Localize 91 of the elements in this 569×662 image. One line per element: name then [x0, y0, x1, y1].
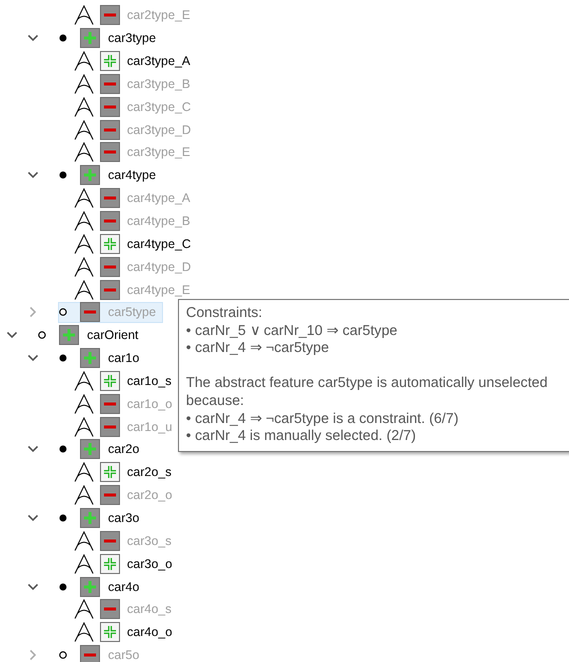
collapse-caret-icon[interactable] — [27, 582, 39, 591]
unselected-checkbox-icon[interactable] — [80, 645, 100, 662]
unselected-checkbox-icon[interactable] — [100, 188, 120, 208]
feature-label[interactable]: car3o_o — [127, 556, 172, 571]
alternative-symbol-icon — [73, 256, 95, 277]
selected-checkbox-icon[interactable] — [80, 439, 100, 460]
alternative-symbol-icon — [73, 188, 95, 208]
manual-selected-checkbox-icon[interactable] — [100, 622, 120, 642]
feature-label[interactable]: car3type_B — [127, 76, 190, 91]
feature-label[interactable]: car1o_o — [127, 396, 172, 411]
unselected-checkbox-icon[interactable] — [100, 142, 120, 162]
feature-label[interactable]: car5o — [108, 648, 140, 662]
alternative-symbol-icon — [73, 211, 95, 232]
feature-label[interactable]: car3type_A — [127, 54, 190, 68]
feature-label[interactable]: car4type_E — [127, 282, 190, 297]
alternative-symbol-icon — [73, 599, 95, 620]
alternative-symbol-icon — [73, 5, 95, 26]
alternative-symbol-icon — [73, 120, 95, 140]
alternative-symbol-icon — [73, 96, 95, 117]
alternative-symbol-icon — [73, 416, 95, 437]
collapse-caret-icon[interactable] — [27, 34, 39, 42]
feature-label[interactable]: car2o_o — [127, 488, 172, 502]
collapse-caret-icon[interactable] — [27, 514, 39, 522]
feature-label[interactable]: car4type_A — [127, 191, 190, 206]
unselected-checkbox-icon[interactable] — [100, 530, 120, 551]
unselected-checkbox-icon[interactable] — [100, 280, 120, 300]
feature-label[interactable]: car1o_s — [127, 374, 172, 388]
feature-label[interactable]: car2o — [108, 442, 140, 456]
feature-label[interactable]: car3type_D — [127, 122, 191, 137]
collapse-caret-icon[interactable] — [27, 445, 39, 454]
feature-label[interactable]: car2type_E — [127, 8, 190, 22]
feature-label[interactable]: car5type — [108, 305, 156, 320]
feature-label[interactable]: car1o_u — [127, 420, 172, 434]
alternative-symbol-icon — [73, 485, 95, 506]
unselected-checkbox-icon[interactable] — [100, 211, 120, 232]
feature-label[interactable]: car3o_s — [127, 534, 172, 548]
selected-checkbox-icon[interactable] — [80, 28, 100, 48]
manual-selected-checkbox-icon[interactable] — [100, 51, 120, 72]
tooltip-heading: Constraints: — [186, 305, 264, 323]
manual-selected-checkbox-icon[interactable] — [100, 370, 120, 391]
alternative-symbol-icon — [73, 142, 95, 162]
collapse-caret-icon[interactable] — [27, 354, 39, 362]
feature-label[interactable]: car3type_E — [127, 145, 190, 160]
manual-selected-checkbox-icon[interactable] — [100, 554, 120, 574]
tooltip-bullet: • carNr_4 is manually selected. (2/7) — [186, 428, 417, 446]
alternative-symbol-icon — [73, 462, 95, 482]
feature-label[interactable]: car2o_s — [127, 465, 172, 480]
unselected-checkbox-icon[interactable] — [100, 96, 120, 117]
unselected-checkbox-icon[interactable] — [100, 120, 120, 140]
alternative-symbol-icon — [73, 234, 95, 254]
alternative-symbol-icon — [73, 394, 95, 414]
feature-label[interactable]: car4type_C — [127, 236, 191, 251]
unselected-checkbox-icon[interactable] — [100, 599, 120, 620]
tooltip-bullet: • carNr_4 ⇒ ¬car5type — [186, 340, 330, 358]
collapse-caret-icon[interactable] — [6, 331, 18, 340]
unselected-checkbox-icon[interactable] — [100, 256, 120, 277]
feature-label[interactable]: car4o_s — [127, 602, 172, 616]
tooltip-bullet: • carNr_5 ∨ carNr_10 ⇒ car5type — [186, 322, 398, 340]
alternative-symbol-icon — [73, 280, 95, 300]
feature-label[interactable]: car4type — [108, 168, 156, 182]
feature-label[interactable]: car4o_o — [127, 625, 172, 640]
unselected-checkbox-icon[interactable] — [100, 416, 120, 437]
manual-selected-checkbox-icon[interactable] — [100, 462, 120, 482]
alternative-symbol-icon — [73, 622, 95, 642]
alternative-symbol-icon — [73, 74, 95, 94]
selected-checkbox-icon[interactable] — [80, 165, 100, 186]
alternative-symbol-icon — [73, 370, 95, 391]
feature-label[interactable]: car1o — [108, 351, 140, 366]
unselected-checkbox-icon[interactable] — [100, 485, 120, 506]
feature-label[interactable]: car4type_B — [127, 214, 190, 228]
manual-selected-checkbox-icon[interactable] — [100, 234, 120, 254]
alternative-symbol-icon — [73, 51, 95, 72]
selected-checkbox-icon[interactable] — [59, 325, 79, 346]
feature-label[interactable]: car3type — [108, 31, 156, 46]
feature-label[interactable]: carOrient — [87, 328, 138, 342]
unselected-checkbox-icon[interactable] — [100, 74, 120, 94]
feature-label[interactable]: car3o — [108, 510, 140, 525]
feature-label[interactable]: car4o — [108, 580, 140, 594]
collapse-caret-icon[interactable] — [27, 171, 39, 180]
unselected-checkbox-icon[interactable] — [80, 302, 100, 322]
feature-label[interactable]: car4type_D — [127, 260, 191, 274]
selected-checkbox-icon[interactable] — [80, 348, 100, 368]
feature-label[interactable]: car3type_C — [127, 100, 191, 114]
selected-checkbox-icon[interactable] — [80, 508, 100, 528]
unselected-checkbox-icon[interactable] — [100, 394, 120, 414]
tooltip-bullet: • carNr_4 ⇒ ¬car5type is a constraint. (6/7) — [186, 410, 460, 428]
alternative-symbol-icon — [73, 554, 95, 574]
tooltip-heading: The abstract feature car5type is automatically unselected because: — [186, 375, 549, 411]
selected-checkbox-icon[interactable] — [80, 576, 100, 597]
alternative-symbol-icon — [73, 530, 95, 551]
unselected-checkbox-icon[interactable] — [100, 5, 120, 26]
